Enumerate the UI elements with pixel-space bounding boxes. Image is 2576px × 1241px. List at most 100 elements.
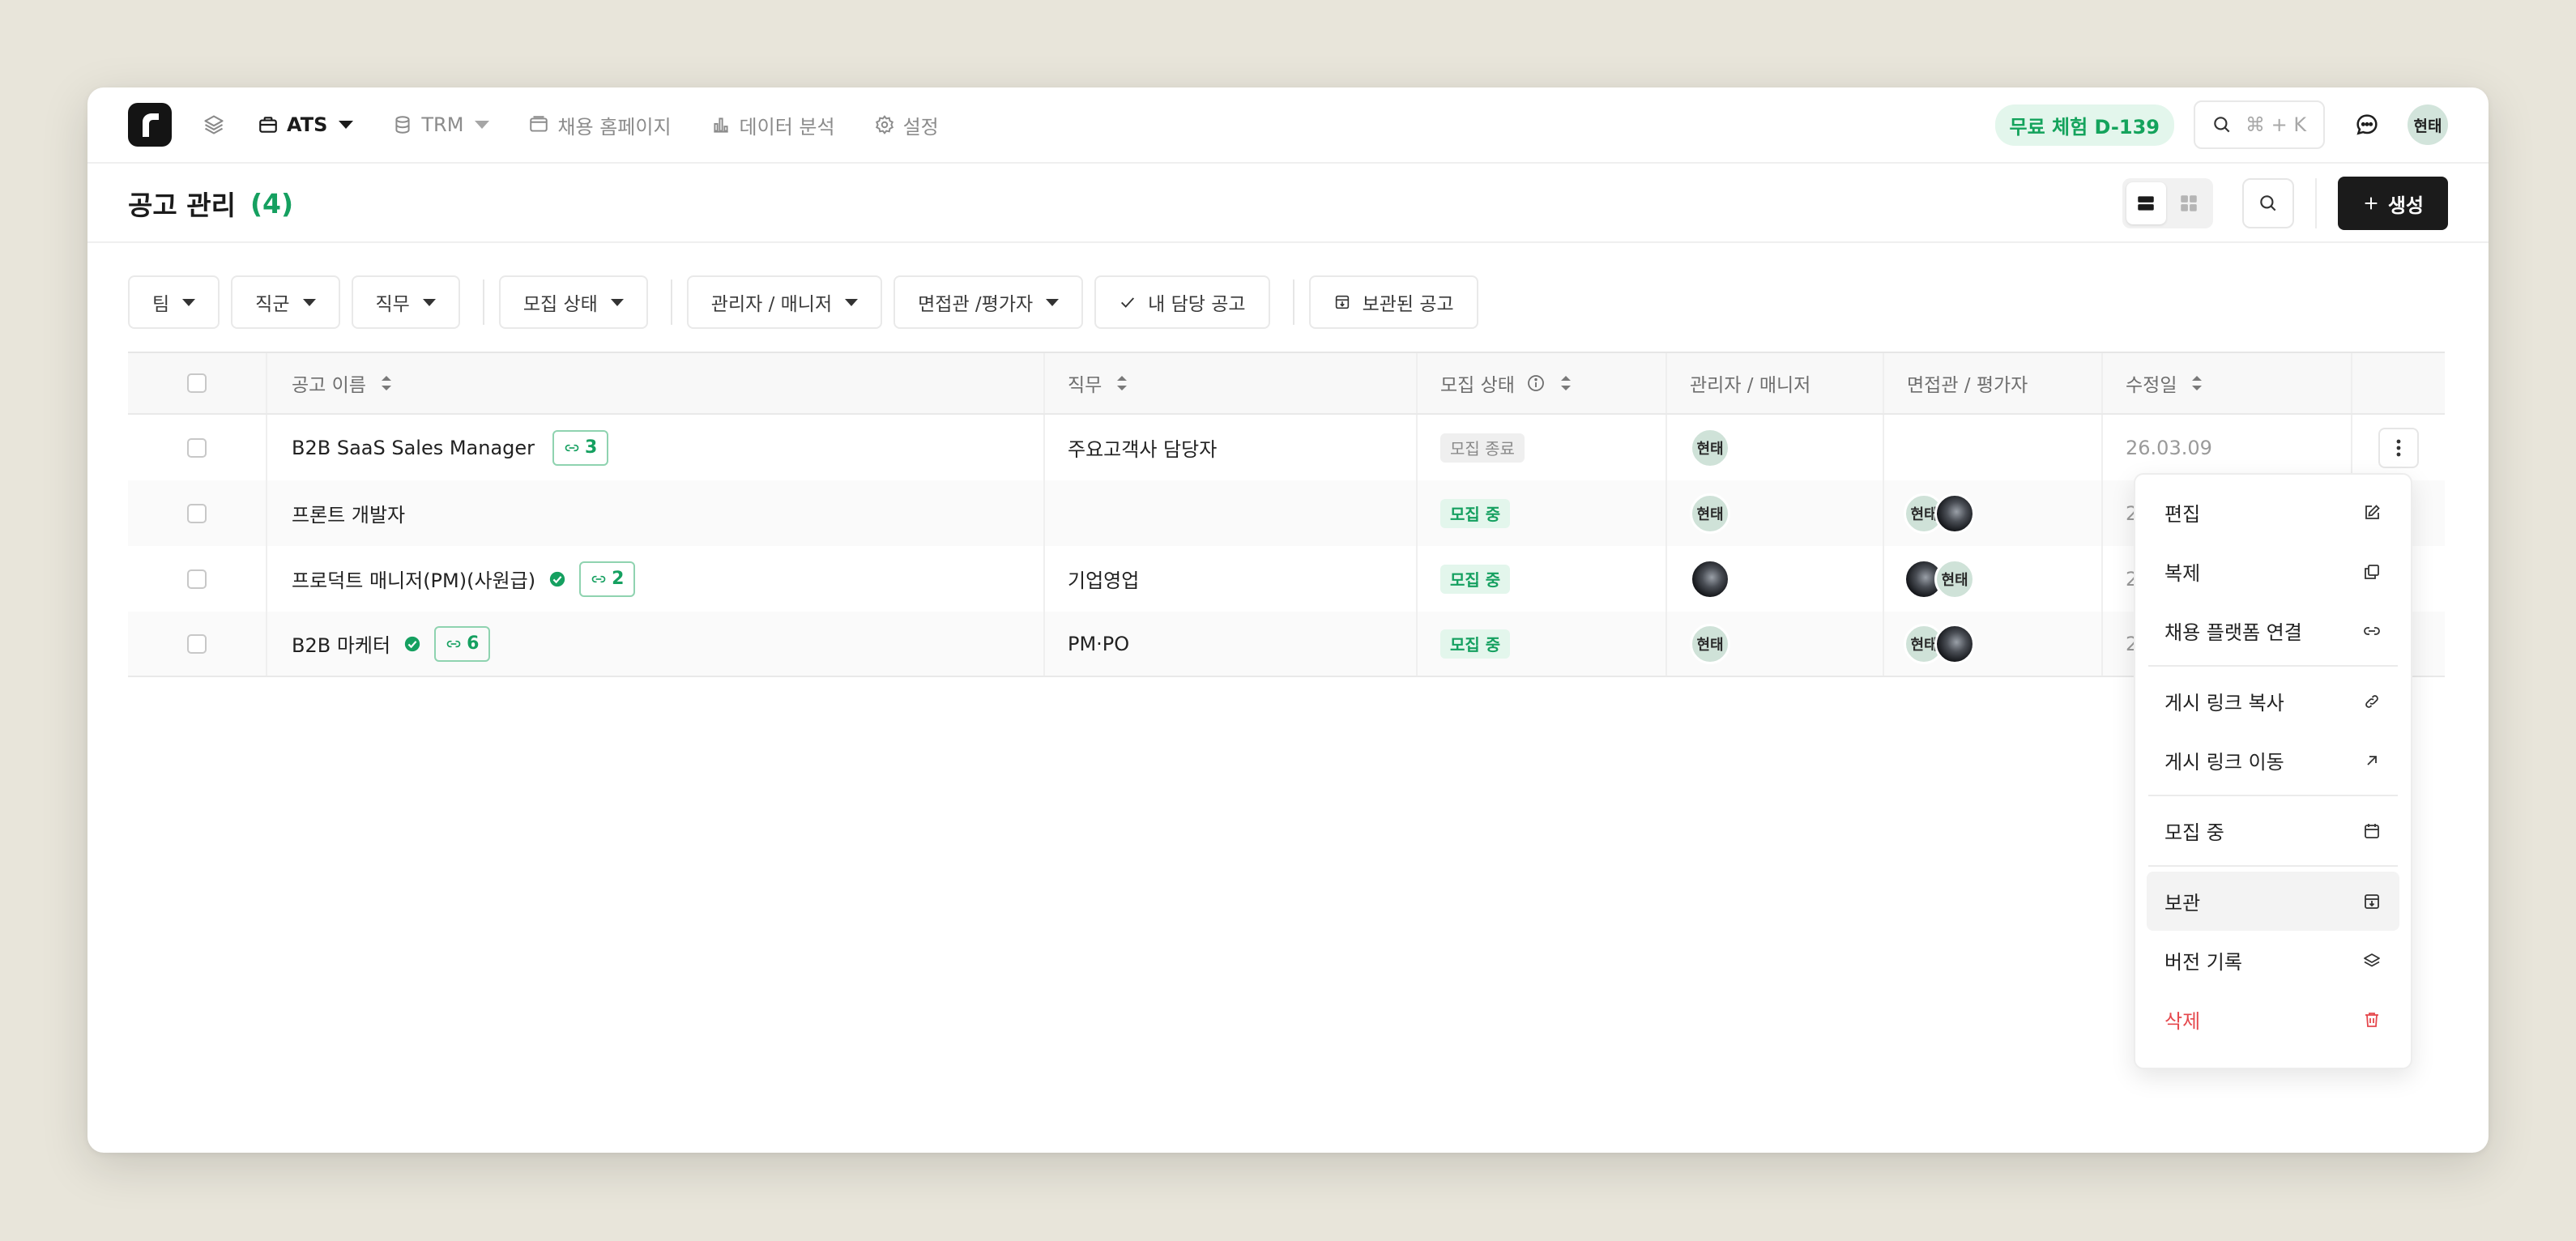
sort-icon[interactable] bbox=[1559, 373, 1573, 393]
link-count: 6 bbox=[467, 633, 480, 654]
sort-icon[interactable] bbox=[1115, 373, 1129, 393]
link-icon bbox=[591, 571, 607, 587]
filter-chip-label: 직무 bbox=[375, 294, 410, 315]
posting-name-cell[interactable]: 프로덕트 매니저(PM)(사원급) 2 bbox=[267, 546, 1045, 612]
nav-item-2[interactable]: 채용 홈페이지 bbox=[528, 111, 672, 139]
posting-name[interactable]: B2B SaaS Sales Manager bbox=[292, 437, 535, 459]
row-checkbox[interactable] bbox=[187, 503, 207, 523]
filter-chip-3[interactable]: 모집 상태 bbox=[498, 275, 648, 329]
global-search-button[interactable]: ⌘ + K bbox=[2194, 100, 2325, 149]
avatar-photo bbox=[1690, 558, 1730, 599]
row-checkbox[interactable] bbox=[187, 437, 207, 458]
filter-chip-label: 보관된 공고 bbox=[1362, 294, 1454, 315]
table-search-button[interactable] bbox=[2241, 178, 2294, 228]
filter-chip-5[interactable]: 면접관 /평가자 bbox=[893, 275, 1084, 329]
more-actions-button[interactable] bbox=[2378, 427, 2419, 468]
list-view-button[interactable] bbox=[2126, 182, 2166, 224]
filter-chip-7[interactable]: 보관된 공고 bbox=[1308, 275, 1478, 329]
create-button[interactable]: 생성 bbox=[2337, 177, 2448, 230]
menu-item-0-2[interactable]: 채용 플랫폼 연결 bbox=[2147, 601, 2399, 660]
edit-icon bbox=[2362, 503, 2382, 522]
interviewers-cell bbox=[1884, 415, 2103, 480]
avatar: 현태 bbox=[1690, 623, 1730, 664]
nav-item-0[interactable]: ATS bbox=[258, 113, 354, 136]
info-icon[interactable] bbox=[1526, 373, 1546, 393]
user-avatar[interactable]: 현태 bbox=[2408, 104, 2448, 145]
sort-icon[interactable] bbox=[379, 373, 394, 393]
posting-name[interactable]: 프로덕트 매니저(PM)(사원급) bbox=[292, 565, 535, 593]
link-icon bbox=[2362, 621, 2382, 641]
job-title: PM·PO bbox=[1068, 632, 1130, 655]
nav-item-4[interactable]: 설정 bbox=[874, 111, 939, 139]
avatar-stack: 현태 bbox=[1690, 493, 1730, 534]
header-job[interactable]: 직무 bbox=[1045, 353, 1418, 413]
nav-item-3[interactable]: 데이터 분석 bbox=[710, 111, 835, 139]
linked-platforms-badge[interactable]: 3 bbox=[552, 429, 609, 466]
header-updated[interactable]: 수정일 bbox=[2103, 353, 2352, 413]
avatar-photo bbox=[1934, 493, 1975, 534]
menu-item-0-0[interactable]: 편집 bbox=[2147, 483, 2399, 542]
linked-platforms-badge[interactable]: 6 bbox=[434, 625, 491, 662]
check-icon bbox=[1119, 293, 1137, 311]
menu-item-0-1[interactable]: 복제 bbox=[2147, 542, 2399, 601]
interviewers-cell: 현태 bbox=[1884, 480, 2103, 546]
menu-item-2-0[interactable]: 모집 중 bbox=[2147, 801, 2399, 860]
grid-view-icon bbox=[2181, 195, 2198, 211]
status-badge: 모집 중 bbox=[1440, 629, 1511, 659]
search-icon bbox=[2260, 195, 2276, 211]
menu-item-3-1[interactable]: 버전 기록 bbox=[2147, 931, 2399, 990]
menu-item-3-2[interactable]: 삭제 bbox=[2147, 990, 2399, 1049]
posting-name-cell[interactable]: 프론트 개발자 bbox=[267, 480, 1045, 546]
browser-window-icon bbox=[528, 114, 549, 135]
interviewers-cell: 현태 bbox=[1884, 546, 2103, 612]
trial-badge[interactable]: 무료 체험 D-139 bbox=[1994, 104, 2174, 146]
page-count: (4) bbox=[249, 187, 294, 220]
select-all-checkbox[interactable] bbox=[187, 373, 207, 393]
table-row[interactable]: 프론트 개발자 모집 중 현태 현태 2 bbox=[128, 480, 2445, 546]
chevron-down-icon bbox=[182, 298, 196, 306]
filter-chip-6[interactable]: 내 담당 공고 bbox=[1094, 275, 1270, 329]
posting-name[interactable]: B2B 마케터 bbox=[292, 629, 390, 658]
header-status[interactable]: 모집 상태 bbox=[1418, 353, 1667, 413]
menu-item-1-0[interactable]: 게시 링크 복사 bbox=[2147, 672, 2399, 731]
row-select-cell bbox=[128, 546, 267, 612]
row-checkbox[interactable] bbox=[187, 569, 207, 589]
filter-chip-label: 관리자 / 매니저 bbox=[710, 294, 833, 315]
header-managers: 관리자 / 매니저 bbox=[1667, 353, 1884, 413]
filter-chip-0[interactable]: 팀 bbox=[128, 275, 220, 329]
menu-item-label: 채용 플랫폼 연결 bbox=[2164, 621, 2302, 644]
table-row[interactable]: B2B 마케터 6 PM·PO 모집 중 현태 현태 2 bbox=[128, 612, 2445, 677]
menu-item-1-1[interactable]: 게시 링크 이동 bbox=[2147, 731, 2399, 790]
status-badge: 모집 중 bbox=[1440, 564, 1511, 594]
row-checkbox[interactable] bbox=[187, 633, 207, 654]
chat-button[interactable] bbox=[2354, 112, 2380, 138]
filter-chip-2[interactable]: 직무 bbox=[351, 275, 460, 329]
table-row[interactable]: B2B SaaS Sales Manager 3 주요고객사 담당자 모집 종료 현태 2… bbox=[128, 415, 2445, 480]
chevron-down-icon bbox=[475, 121, 490, 129]
chat-bubble-icon bbox=[2356, 114, 2378, 135]
layers-icon[interactable] bbox=[203, 113, 225, 136]
app-window: ATS TRM 채용 홈페이지 데이터 분석 설정 무료 체험 D-139 ⌘ + K … bbox=[87, 87, 2489, 1153]
table-row[interactable]: 프로덕트 매니저(PM)(사원급) 2 기업영업 모집 중 현태 2 bbox=[128, 546, 2445, 612]
chevron-down-icon bbox=[339, 121, 354, 129]
sort-icon[interactable] bbox=[2190, 373, 2204, 393]
avatar: 현태 bbox=[1690, 427, 1730, 468]
filter-chip-1[interactable]: 직군 bbox=[231, 275, 340, 329]
menu-item-3-0[interactable]: 보관 bbox=[2147, 872, 2399, 931]
job-cell bbox=[1045, 480, 1418, 546]
updated-date: 26.03.09 bbox=[2126, 436, 2212, 459]
posting-name-cell[interactable]: B2B SaaS Sales Manager 3 bbox=[267, 415, 1045, 480]
header-interviewers: 면접관 / 평가자 bbox=[1884, 353, 2103, 413]
filter-chip-label: 직군 bbox=[255, 294, 290, 315]
header-divider bbox=[2314, 178, 2317, 228]
linked-platforms-badge[interactable]: 2 bbox=[579, 561, 636, 597]
filter-chip-4[interactable]: 관리자 / 매니저 bbox=[686, 275, 883, 329]
posting-name-cell[interactable]: B2B 마케터 6 bbox=[267, 612, 1045, 676]
nav-item-1[interactable]: TRM bbox=[392, 113, 490, 136]
grid-view-button[interactable] bbox=[2169, 182, 2209, 224]
posting-name[interactable]: 프론트 개발자 bbox=[292, 499, 405, 527]
table-header: 공고 이름 직무 모집 상태 관리자 / 매니저 면접관 / 평가자 수정일 bbox=[128, 353, 2445, 415]
header-name[interactable]: 공고 이름 bbox=[267, 353, 1045, 413]
archive-icon bbox=[2362, 892, 2382, 911]
app-logo[interactable] bbox=[128, 103, 172, 147]
